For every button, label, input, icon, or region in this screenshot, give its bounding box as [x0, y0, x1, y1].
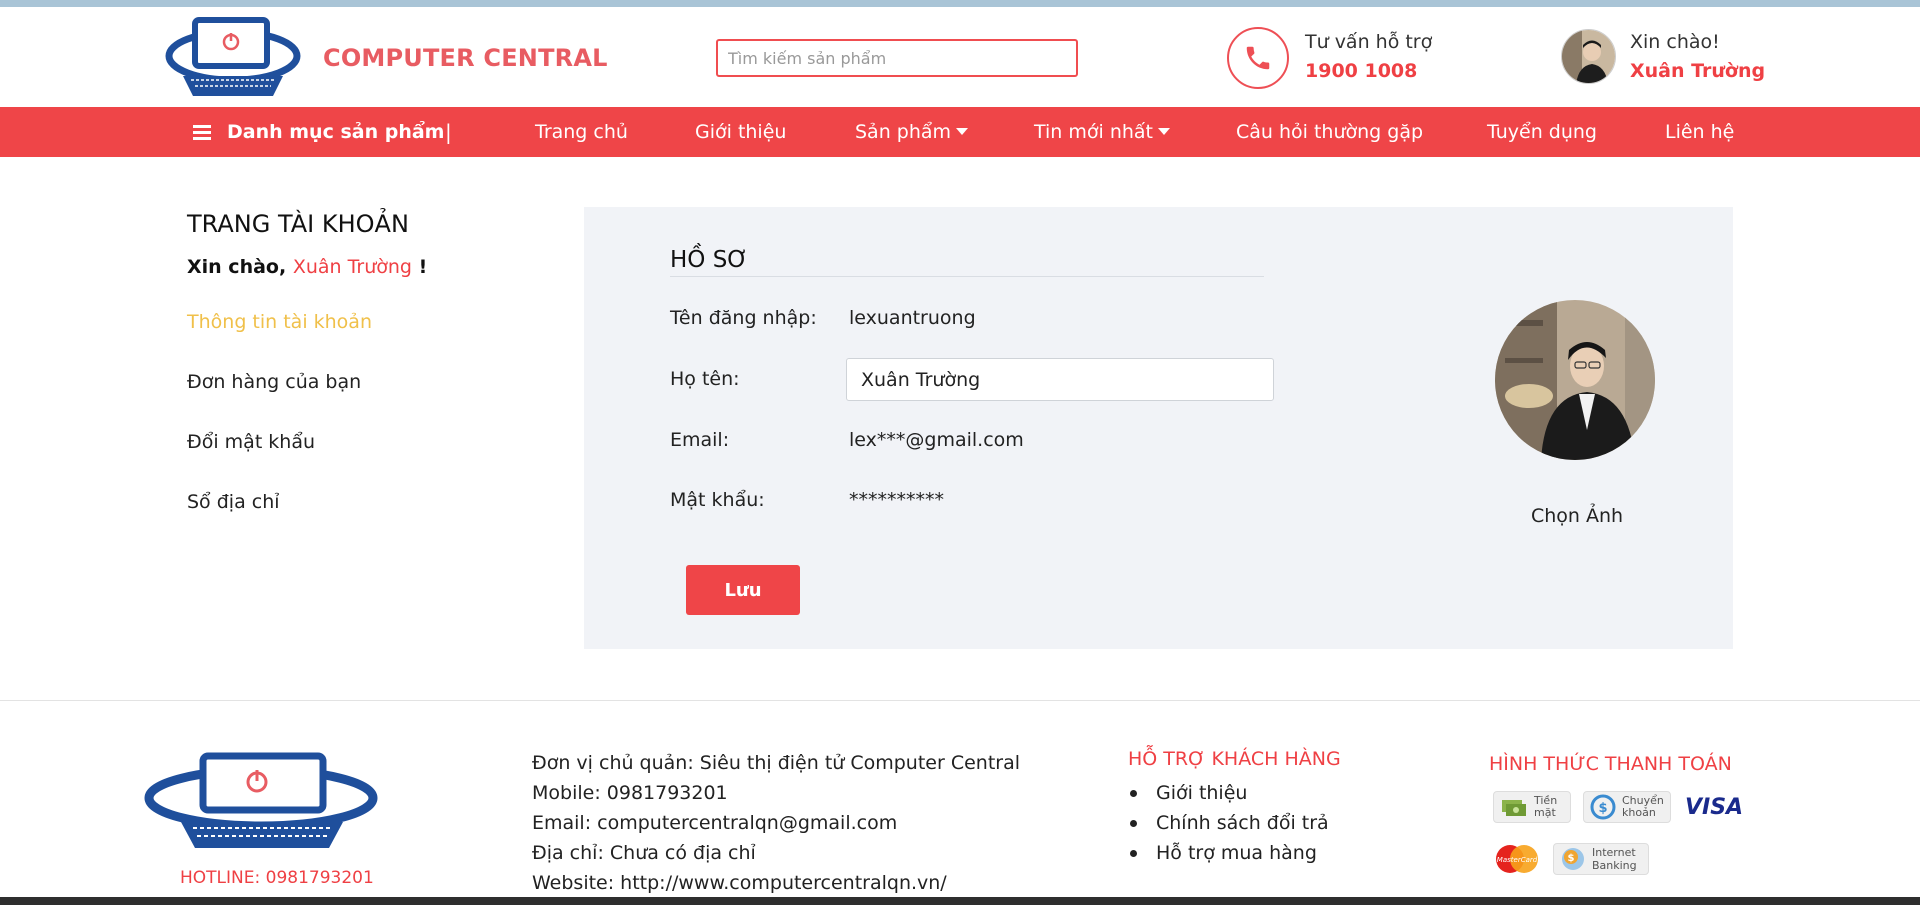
computer-logo-icon[interactable] — [165, 14, 301, 98]
footer-divider — [0, 700, 1920, 701]
computer-logo-icon[interactable] — [143, 750, 379, 850]
cash-icon — [1502, 800, 1526, 816]
account-menu-change-password[interactable]: Đổi mật khẩu — [187, 431, 315, 453]
phone-icon — [1227, 27, 1289, 89]
payment-cash: Tiền mặt — [1493, 791, 1571, 823]
phone-glyph-icon — [1246, 46, 1270, 70]
mastercard-icon: MasterCard — [1493, 843, 1543, 875]
user-greeting: Xin chào! — [1630, 31, 1720, 53]
profile-photo-icon — [1495, 300, 1655, 460]
nav-home[interactable]: Trang chủ — [535, 107, 628, 157]
choose-photo-button[interactable]: Chọn Ảnh — [1531, 505, 1623, 527]
account-hello: Xin chào, Xuân Trường ! — [187, 256, 427, 278]
username-label: Tên đăng nhập: — [670, 307, 817, 329]
info-address: Địa chỉ: Chưa có địa chỉ — [532, 842, 756, 864]
email-label: Email: — [670, 429, 730, 451]
hamburger-icon — [193, 125, 211, 140]
fullname-input[interactable] — [846, 358, 1274, 401]
support-info: Tư vấn hỗ trợ 1900 1008 — [1305, 31, 1432, 82]
category-label: Danh mục sản phẩm — [227, 121, 445, 143]
footer-company-info: Đơn vị chủ quản: Siêu thị điện tử Comput… — [532, 748, 1020, 898]
top-border — [0, 0, 1920, 7]
nav-separator: | — [445, 120, 452, 144]
transfer-icon: $ — [1590, 794, 1616, 820]
nav-news[interactable]: Tin mới nhất — [1034, 107, 1171, 157]
password-label: Mật khẩu: — [670, 489, 765, 511]
hello-suffix: ! — [418, 256, 428, 278]
title-divider — [670, 276, 1264, 277]
nav-faq[interactable]: Câu hỏi thường gặp — [1236, 107, 1423, 157]
support-item-about[interactable]: Giới thiệu — [1128, 778, 1329, 808]
save-button[interactable]: Lưu — [686, 565, 800, 615]
bottom-bar — [0, 897, 1920, 905]
internet-banking-icon: $ — [1562, 848, 1584, 870]
ib-label-1: Internet — [1592, 846, 1636, 859]
email-value: lex***@gmail.com — [849, 429, 1024, 451]
support-phone[interactable]: 1900 1008 — [1305, 60, 1432, 82]
profile-panel: HỒ SƠ Tên đăng nhập: lexuantruong Họ tên… — [584, 207, 1733, 649]
support-label: Tư vấn hỗ trợ — [1305, 31, 1433, 53]
brand-name[interactable]: COMPUTER CENTRAL — [323, 44, 608, 72]
info-email: Email: computercentralqn@gmail.com — [532, 812, 898, 834]
nav-careers[interactable]: Tuyển dụng — [1487, 107, 1597, 157]
payment-heading: HÌNH THỨC THANH TOÁN — [1489, 753, 1732, 775]
support-list: Giới thiệu Chính sách đổi trả Hỗ trợ mua… — [1128, 778, 1329, 868]
visa-icon: VISA — [1685, 794, 1744, 820]
info-owner: Đơn vị chủ quản: Siêu thị điện tử Comput… — [532, 752, 1021, 774]
account-menu-orders[interactable]: Đơn hàng của bạn — [187, 371, 361, 393]
fullname-label: Họ tên: — [670, 368, 740, 390]
account-menu-info[interactable]: Thông tin tài khoản — [187, 311, 372, 333]
user-photo-icon — [1562, 30, 1615, 83]
footer-hotline[interactable]: HOTLINE: 0981793201 — [180, 868, 374, 888]
nav-news-label: Tin mới nhất — [1034, 121, 1154, 143]
ib-label-2: Banking — [1592, 859, 1637, 872]
support-item-returns[interactable]: Chính sách đổi trả — [1128, 808, 1329, 838]
payment-internet-banking: $ Internet Banking — [1553, 843, 1649, 875]
caret-down-icon — [956, 128, 969, 135]
category-menu-button[interactable]: Danh mục sản phẩm — [193, 107, 444, 157]
svg-text:$: $ — [1568, 853, 1575, 864]
support-heading: HỖ TRỢ KHÁCH HÀNG — [1128, 748, 1341, 770]
search-input[interactable] — [716, 39, 1078, 77]
hello-name: Xuân Trường — [292, 256, 412, 278]
payment-transfer: $ Chuyển khoản — [1583, 791, 1671, 823]
info-website[interactable]: Website: http://www.computercentralqn.vn… — [532, 868, 1020, 898]
transfer-label-2: khoản — [1622, 806, 1656, 819]
nav-contact[interactable]: Liên hệ — [1665, 107, 1734, 157]
profile-title: HỒ SƠ — [670, 247, 749, 273]
password-value: ********** — [849, 489, 944, 511]
username-value: lexuantruong — [849, 307, 976, 329]
user-avatar[interactable] — [1561, 29, 1616, 84]
site-header: COMPUTER CENTRAL Tư vấn hỗ trợ 1900 1008… — [0, 7, 1920, 107]
nav-products[interactable]: Sản phẩm — [855, 107, 969, 157]
account-menu-address-book[interactable]: Sổ địa chỉ — [187, 491, 280, 513]
user-name[interactable]: Xuân Trường — [1630, 60, 1765, 82]
profile-avatar[interactable] — [1495, 300, 1655, 460]
caret-down-icon — [1158, 128, 1171, 135]
hello-prefix: Xin chào, — [187, 256, 287, 278]
user-info: Xin chào! Xuân Trường — [1630, 31, 1765, 82]
svg-text:$: $ — [1598, 801, 1607, 816]
support-item-purchase-help[interactable]: Hỗ trợ mua hàng — [1128, 838, 1329, 868]
main-nav: Danh mục sản phẩm | Trang chủ Giới thiệu… — [0, 107, 1920, 157]
cash-label-2: mặt — [1534, 806, 1556, 819]
account-title: TRANG TÀI KHOẢN — [187, 210, 409, 238]
mastercard-label: MasterCard — [1497, 856, 1538, 864]
nav-about[interactable]: Giới thiệu — [695, 107, 786, 157]
nav-products-label: Sản phẩm — [855, 121, 952, 143]
info-mobile: Mobile: 0981793201 — [532, 782, 728, 804]
